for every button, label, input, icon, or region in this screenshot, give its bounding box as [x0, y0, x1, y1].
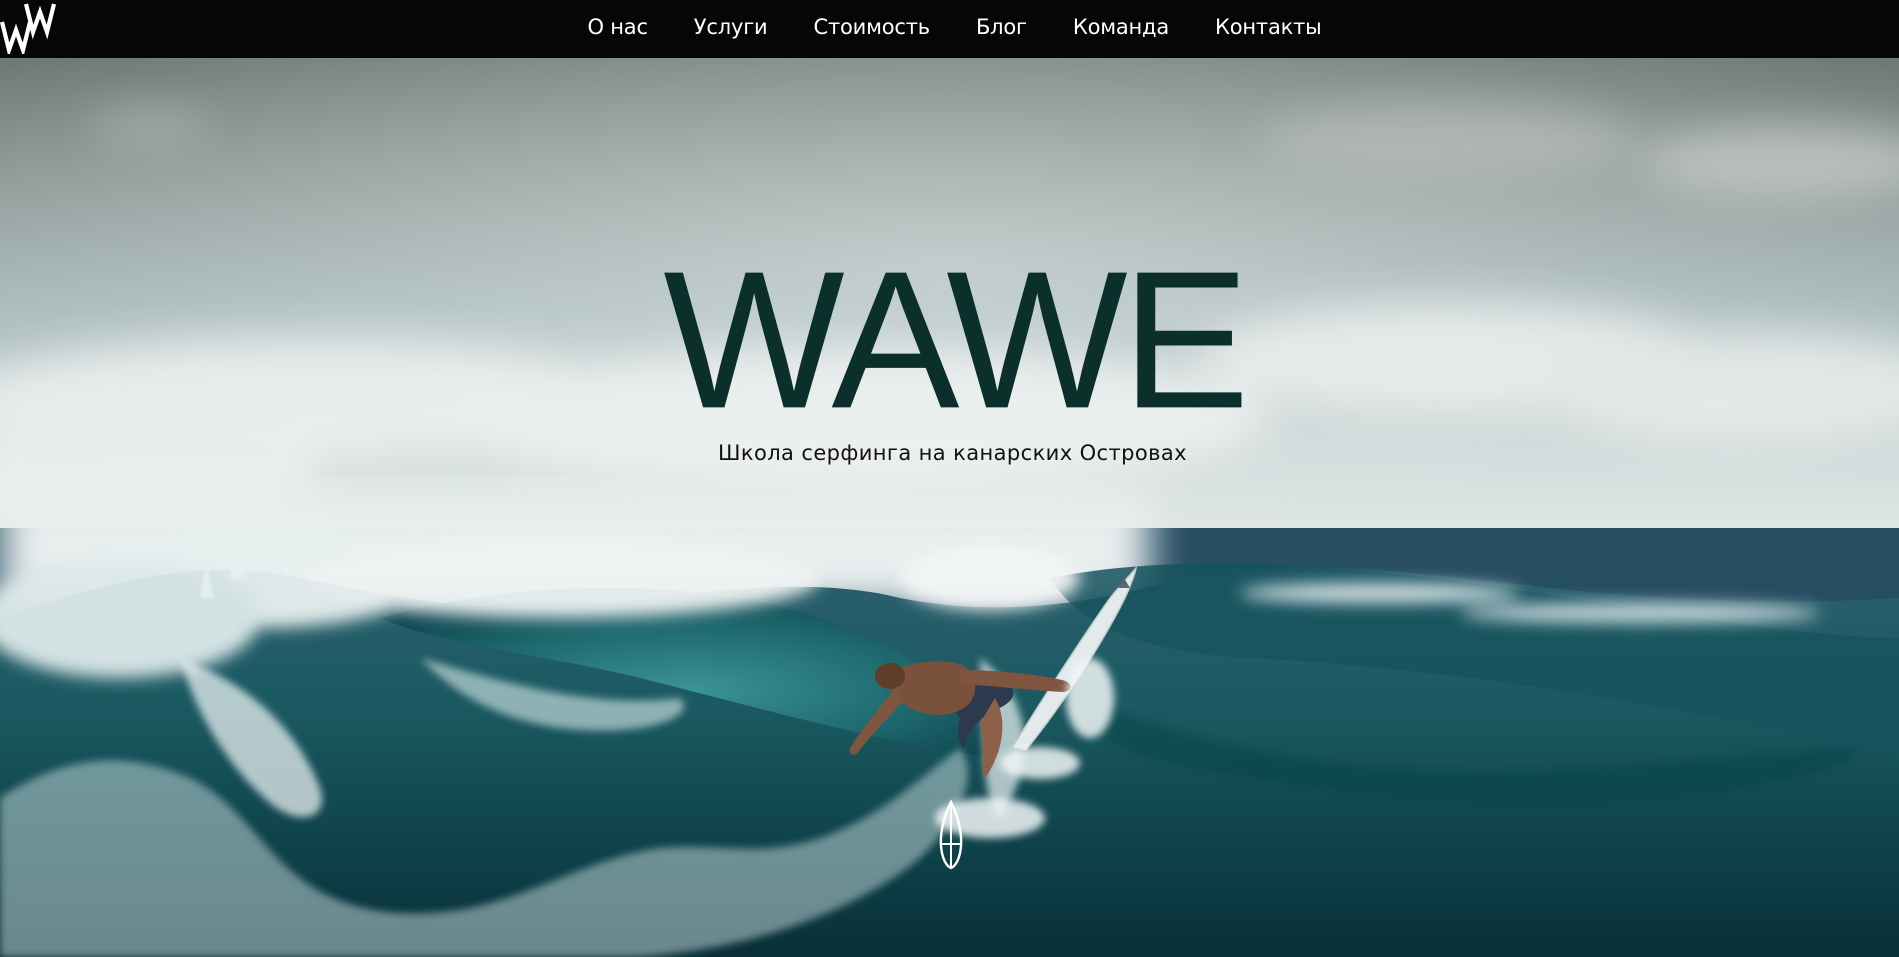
nav-item-team[interactable]: Команда: [1050, 15, 1192, 39]
page: О нас Услуги Стоимость Блог Команда Конт…: [0, 0, 1899, 957]
hero-title: WAWE: [663, 229, 1249, 450]
surfboard-icon[interactable]: [938, 799, 964, 870]
nav-item-contacts[interactable]: Контакты: [1192, 15, 1345, 39]
top-navbar: О нас Услуги Стоимость Блог Команда Конт…: [0, 0, 1899, 58]
nav-item-services[interactable]: Услуги: [671, 15, 791, 39]
hero-section: WAWE Школа серфинга на канарских Острова…: [0, 58, 1899, 957]
hero-subtitle: Школа серфинга на канарских Островах: [718, 441, 1187, 465]
nav-item-pricing[interactable]: Стоимость: [790, 15, 952, 39]
nav-item-about[interactable]: О нас: [564, 15, 670, 39]
main-nav: О нас Услуги Стоимость Блог Команда Конт…: [0, 0, 1899, 54]
nav-item-blog[interactable]: Блог: [953, 15, 1050, 39]
